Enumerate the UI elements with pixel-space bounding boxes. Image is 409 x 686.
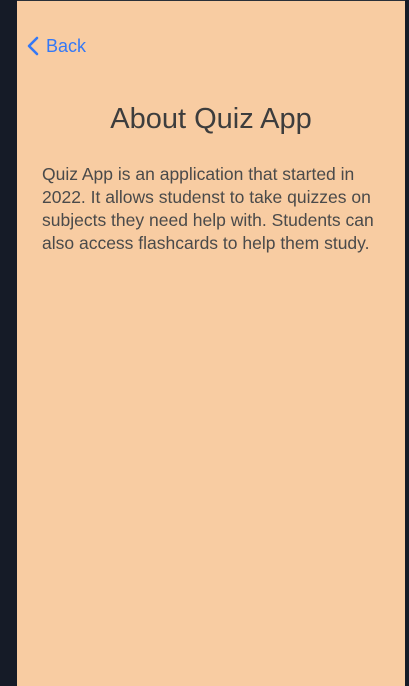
- about-screen: Back About Quiz App Quiz App is an appli…: [17, 0, 405, 686]
- back-button[interactable]: Back: [26, 34, 86, 58]
- about-description: Quiz App is an application that started …: [42, 164, 374, 253]
- page-title: About Quiz App: [110, 103, 312, 135]
- chevron-left-icon: [26, 35, 40, 57]
- back-button-label: Back: [46, 36, 87, 56]
